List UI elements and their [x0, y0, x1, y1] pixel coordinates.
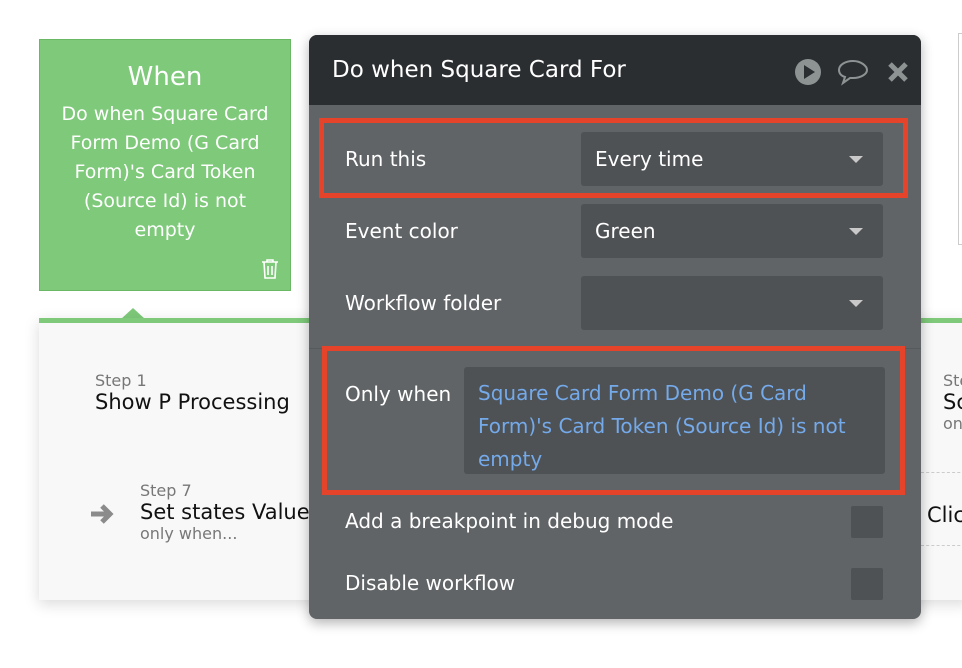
- step-label: Step 7: [140, 481, 192, 500]
- caret-down-icon: [849, 300, 863, 307]
- trash-icon[interactable]: [260, 258, 280, 280]
- only-when-label: Only when: [345, 382, 452, 406]
- panel-title: Do when Square Card For: [332, 57, 626, 83]
- workflow-folder-dropdown[interactable]: [581, 276, 883, 330]
- event-block[interactable]: When Do when Square Card Form Demo (G Ca…: [39, 39, 291, 291]
- comment-icon[interactable]: [836, 58, 870, 88]
- disable-workflow-checkbox[interactable]: [851, 568, 883, 600]
- step-label: Ste: [943, 371, 962, 390]
- only-when-expression[interactable]: Square Card Form Demo (G Card Form)'s Ca…: [464, 367, 885, 474]
- adjacent-event-block[interactable]: [958, 33, 962, 245]
- divider: [921, 472, 962, 473]
- step-label: Step 1: [95, 371, 147, 390]
- workflow-properties-panel: Do when Square Card For Run this Every t…: [309, 35, 921, 619]
- step-1[interactable]: Step 1 Show P Processing: [95, 371, 290, 414]
- caret-down-icon: [849, 228, 863, 235]
- step-condition: only when...: [140, 524, 238, 543]
- step-right[interactable]: Ste Sc on: [943, 371, 962, 433]
- close-icon[interactable]: [887, 61, 909, 83]
- event-color-dropdown[interactable]: Green: [581, 204, 883, 258]
- event-title: When: [127, 62, 203, 92]
- workflow-folder-label: Workflow folder: [345, 291, 502, 315]
- breakpoint-checkbox[interactable]: [851, 506, 883, 538]
- step-7[interactable]: Step 7 Set states Value... only when...: [140, 481, 330, 543]
- step-condition: on: [943, 414, 962, 433]
- run-this-label: Run this: [345, 147, 427, 171]
- run-this-dropdown[interactable]: Every time: [581, 132, 883, 186]
- breakpoint-label: Add a breakpoint in debug mode: [345, 509, 674, 533]
- play-icon[interactable]: [794, 58, 822, 86]
- step-name: Sc: [943, 390, 962, 414]
- event-description: Do when Square Card Form Demo (G Card Fo…: [61, 103, 269, 241]
- step-name: Show P Processing: [95, 390, 290, 414]
- arrow-right-icon: [91, 504, 114, 524]
- dropdown-value: Green: [595, 219, 656, 243]
- disable-workflow-label: Disable workflow: [345, 571, 516, 595]
- dropdown-value: Every time: [595, 147, 704, 171]
- caret-down-icon: [849, 156, 863, 163]
- event-color-label: Event color: [345, 219, 458, 243]
- divider: [921, 545, 962, 546]
- panel-header: Do when Square Card For: [309, 35, 921, 105]
- step-name[interactable]: Clic: [927, 503, 962, 527]
- step-name: Set states Value...: [140, 500, 330, 524]
